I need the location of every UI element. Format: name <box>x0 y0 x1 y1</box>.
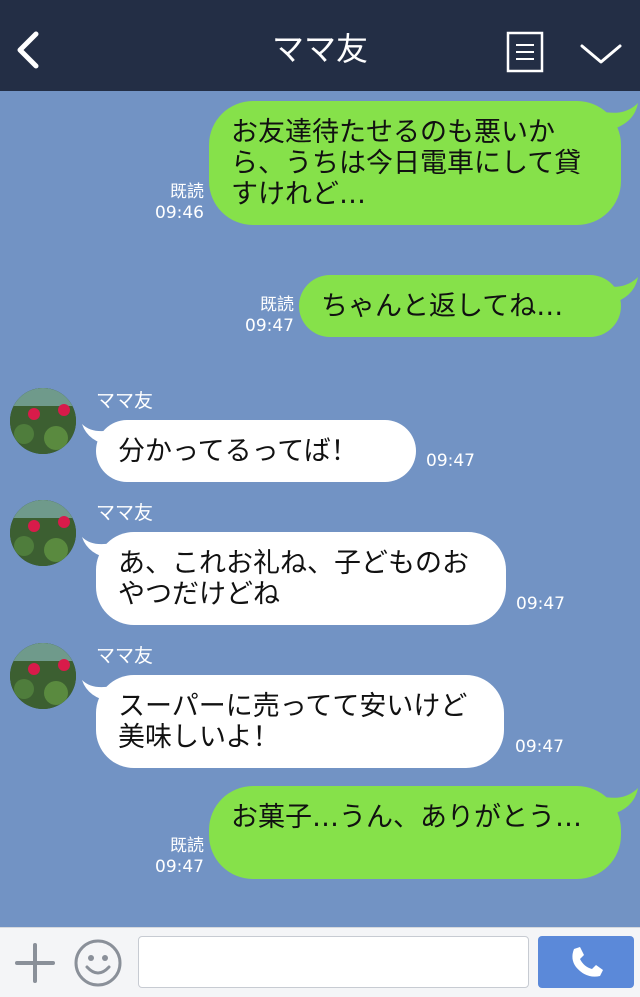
message-meta: 既読 09:47 <box>230 295 294 337</box>
message-time: 09:47 <box>515 737 564 757</box>
send-button[interactable] <box>538 936 634 988</box>
message-text: スーパーに売ってて安いけど美味しいよ！ <box>118 691 468 753</box>
list-icon[interactable] <box>506 31 544 73</box>
chat-title: ママ友 <box>271 30 368 68</box>
message-bubble[interactable]: 分かってるってば！ <box>96 420 416 482</box>
read-receipt: 既読 <box>170 182 204 202</box>
message-bubble[interactable]: あ、これお礼ね、子どものおやつだけどね <box>96 532 506 625</box>
avatar-image <box>10 388 76 454</box>
read-receipt: 既読 <box>170 836 204 856</box>
sender-name: ママ友 <box>96 645 154 667</box>
message-time: 09:47 <box>155 857 204 877</box>
message-text: お菓子…うん、ありがとう… <box>231 802 582 833</box>
message-meta: 既読 09:47 <box>140 836 204 878</box>
message-bubble[interactable]: お菓子…うん、ありがとう… <box>209 786 621 879</box>
avatar-image <box>10 643 76 709</box>
message-meta: 既読 09:46 <box>140 182 204 224</box>
message-bubble[interactable]: お友達待たせるのも悪いから、うちは今日電車にして貸すけれど… <box>209 101 621 225</box>
sender-name: ママ友 <box>96 502 154 524</box>
message-input[interactable] <box>138 936 529 988</box>
message-text: あ、これお礼ね、子どものおやつだけどね <box>118 548 469 610</box>
phone-icon <box>572 947 603 977</box>
chat-header: ママ友 <box>0 0 640 91</box>
message-text: ちゃんと返してね… <box>321 291 564 322</box>
avatar-image <box>10 500 76 566</box>
plus-icon[interactable] <box>14 942 56 984</box>
chevron-down-icon[interactable] <box>578 38 624 68</box>
message-bubble[interactable]: ちゃんと返してね… <box>299 275 621 337</box>
message-time: 09:47 <box>245 316 294 336</box>
avatar[interactable] <box>10 500 76 566</box>
smiley-icon[interactable] <box>73 938 123 988</box>
avatar[interactable] <box>10 388 76 454</box>
input-bar <box>0 927 640 997</box>
message-bubble[interactable]: スーパーに売ってて安いけど美味しいよ！ <box>96 675 504 768</box>
message-time: 09:47 <box>426 451 475 471</box>
message-text: お友達待たせるのも悪いから、うちは今日電車にして貸すけれど… <box>231 117 582 210</box>
sender-name: ママ友 <box>96 390 154 412</box>
message-time: 09:46 <box>155 203 204 223</box>
read-receipt: 既読 <box>260 295 294 315</box>
chat-area[interactable]: お友達待たせるのも悪いから、うちは今日電車にして貸すけれど… 既読 09:46 … <box>0 91 640 927</box>
message-text: 分かってるってば！ <box>118 436 358 467</box>
message-time: 09:47 <box>516 594 565 614</box>
avatar[interactable] <box>10 643 76 709</box>
